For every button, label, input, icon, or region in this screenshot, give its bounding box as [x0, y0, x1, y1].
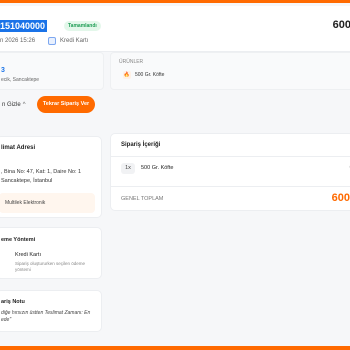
delivery-summary: 3 ecik, Sancaktepe [0, 52, 104, 90]
payment-method-card: eme Yöntemi Kredi Kartı Sipariş oluşturu… [0, 227, 102, 279]
order-note-text: diğe hırsızın üstten Teslimat Zamanı: En… [1, 310, 91, 323]
chevron-up-icon: ^ [22, 102, 26, 108]
order-detail-page: 151040000 Tamamlandı 600, n 2026 15:26 K… [0, 0, 350, 350]
order-header: 151040000 Tamamlandı 600, n 2026 15:26 K… [0, 6, 350, 52]
payment-method: Kredi Kartı [15, 252, 41, 258]
grand-total-label: GENEL TOPLAM [121, 196, 164, 202]
header-total: 600, [332, 19, 350, 31]
order-content-title: Sipariş İçeriği [121, 142, 161, 148]
reorder-button[interactable]: Tekrar Sipariş Ver [37, 96, 95, 113]
divider [111, 186, 350, 187]
top-accent-bar [0, 0, 350, 3]
delivery-summary-location: ecik, Sancaktepe [1, 77, 40, 83]
payment-title: eme Yöntemi [1, 237, 36, 243]
payment-method-label: Kredi Kartı [60, 38, 89, 44]
order-date: n 2026 15:26 [0, 38, 36, 44]
quantity-badge: 1x [121, 163, 135, 174]
product-summary-item: 500 Gr. Köfte [135, 72, 165, 78]
address-line-1: , Bina No: 47, Kat: 1, Daire No: 1 [1, 169, 82, 175]
delivery-address-card: limat Adresi , Bina No: 47, Kat: 1, Dair… [0, 136, 102, 218]
products-summary: ÜRÜNLER 🔥 500 Gr. Köfte [110, 52, 350, 90]
divider [111, 156, 350, 157]
credit-card-icon [48, 37, 56, 45]
order-number[interactable]: 151040000 [0, 20, 48, 32]
hide-details-label: n Gizle [2, 102, 21, 108]
hide-details-button[interactable]: n Gizle ^ [0, 98, 30, 112]
grand-total-value: 600, [331, 192, 350, 204]
order-content-card: Sipariş İçeriği 1x 500 Gr. Köfte 6 GENEL… [110, 133, 350, 211]
bottom-accent-bar [0, 346, 350, 350]
address-note: Multilek Elektronik [0, 193, 95, 213]
status-badge: Tamamlandı [64, 21, 101, 31]
delivery-summary-value: 3 [1, 67, 5, 74]
payment-note: Sipariş oluştururken seçilen ödeme yönte… [15, 261, 86, 272]
address-line-2: Sancaktepe, İstanbul [1, 178, 53, 184]
address-title: limat Adresi [1, 145, 36, 151]
products-label: ÜRÜNLER [119, 59, 144, 65]
line-item-name: 500 Gr. Köfte [141, 165, 174, 171]
order-note-card: ariş Notu diğe hırsızın üstten Teslimat … [0, 290, 102, 332]
fire-icon: 🔥 [123, 71, 131, 79]
order-note-title: ariş Notu [1, 299, 25, 305]
